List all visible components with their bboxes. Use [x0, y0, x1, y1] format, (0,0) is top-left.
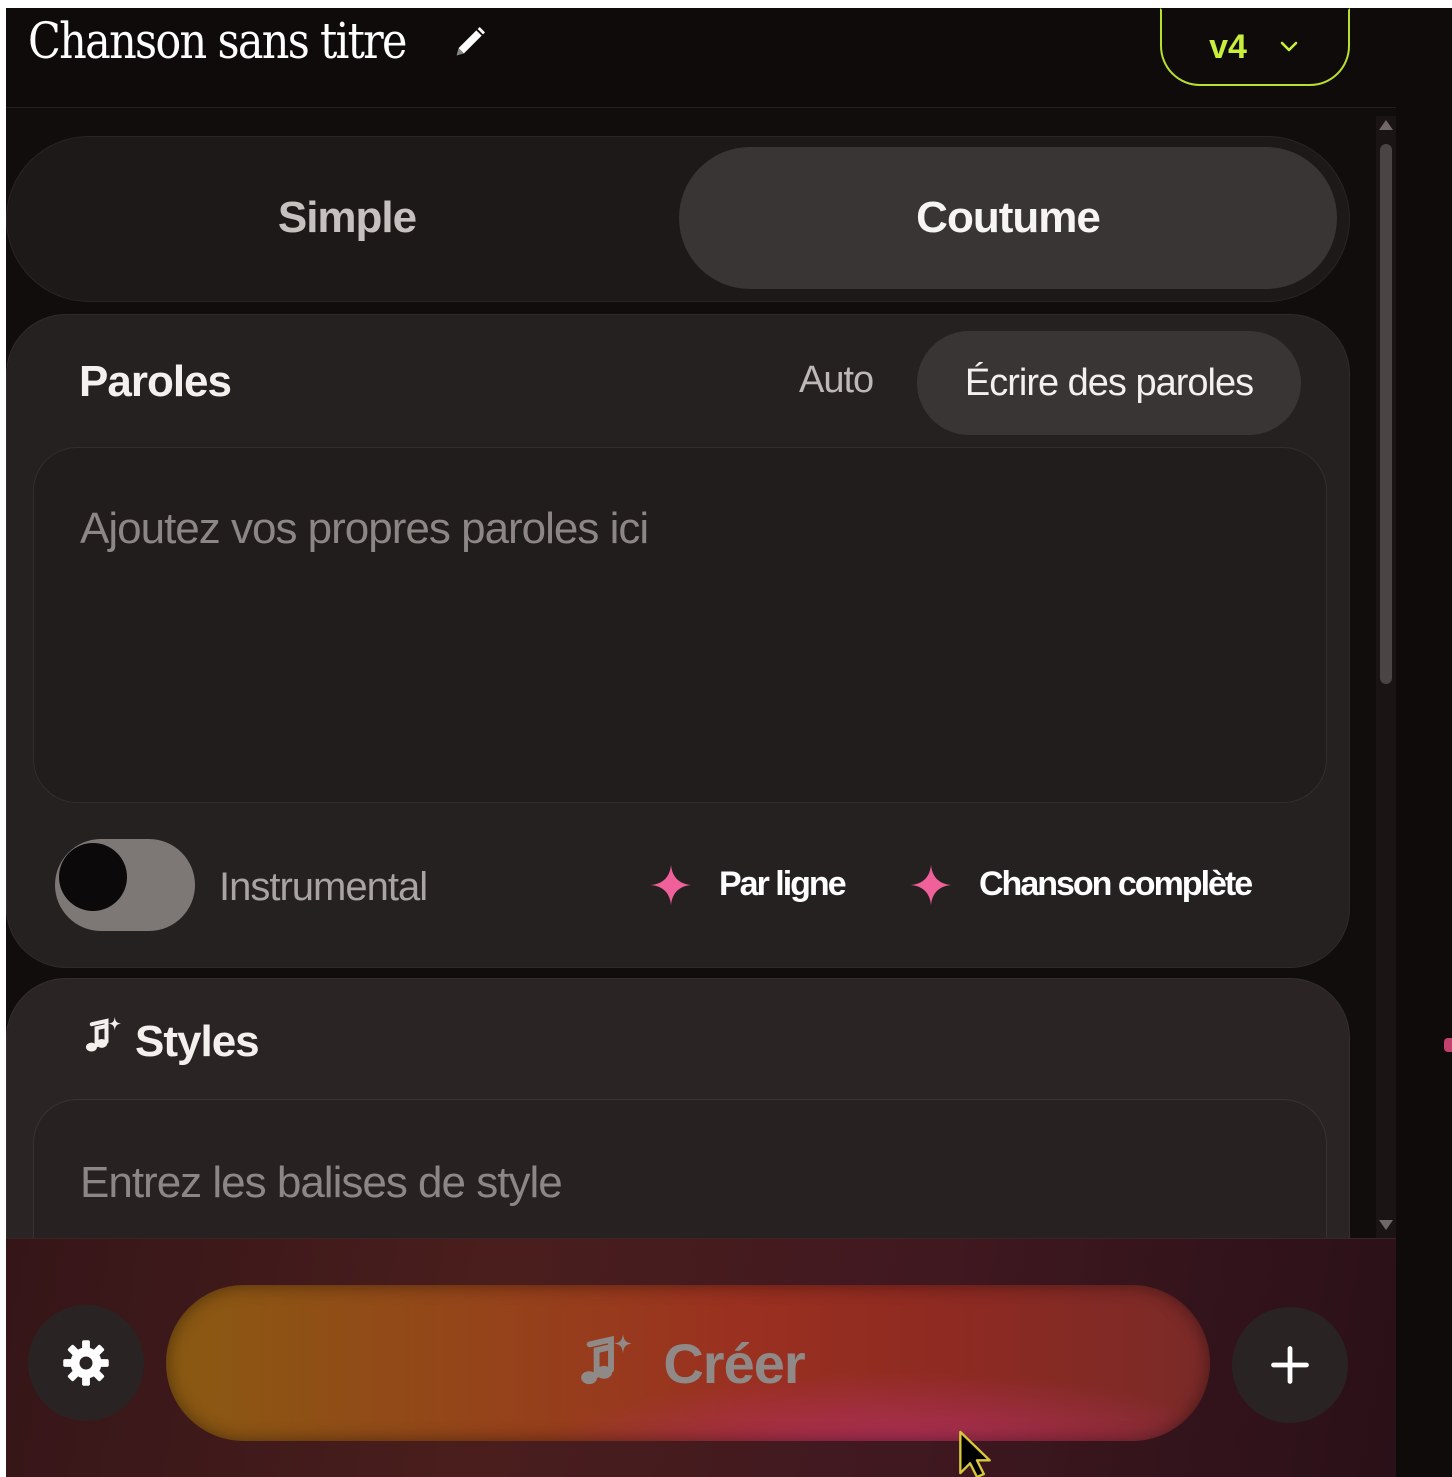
- version-label: v4: [1209, 27, 1247, 66]
- sparkle-icon[interactable]: [909, 863, 953, 907]
- add-button[interactable]: [1232, 1307, 1348, 1423]
- sparkle-icon[interactable]: [649, 863, 693, 907]
- generate-per-line-button[interactable]: Par ligne: [719, 865, 847, 904]
- styles-card: Styles Entrez les balises de style: [6, 978, 1350, 1238]
- instrumental-label: Instrumental: [219, 865, 428, 909]
- version-selector[interactable]: v4: [1160, 8, 1350, 86]
- scroll-down-arrow-icon[interactable]: [1379, 1220, 1393, 1230]
- header: Chanson sans titre v4: [6, 8, 1396, 108]
- styles-title: Styles: [135, 1017, 260, 1066]
- style-tags-placeholder: Entrez les balises de style: [80, 1158, 563, 1207]
- instrumental-toggle[interactable]: [55, 839, 195, 931]
- lyrics-placeholder: Ajoutez vos propres paroles ici: [80, 504, 649, 553]
- write-lyrics-option[interactable]: Écrire des paroles: [917, 331, 1301, 435]
- generate-full-song-button[interactable]: Chanson complète: [979, 865, 1253, 904]
- chevron-down-icon: [1280, 41, 1298, 52]
- scroll-up-arrow-icon[interactable]: [1379, 120, 1393, 130]
- create-song-panel: Chanson sans titre v4 Simple Coutume Par…: [6, 8, 1396, 1477]
- adjacent-panel: [1396, 8, 1452, 1477]
- lyrics-input[interactable]: Ajoutez vos propres paroles ici: [33, 447, 1327, 803]
- music-note-sparkle-icon: [85, 1016, 122, 1052]
- music-note-sparkle-icon: [581, 1333, 633, 1385]
- song-title[interactable]: Chanson sans titre: [28, 12, 407, 70]
- form-scroll-area[interactable]: Simple Coutume Paroles Auto Écrire des p…: [6, 108, 1376, 1238]
- scrollbar[interactable]: [1376, 116, 1396, 1238]
- mouse-cursor-icon: [959, 1430, 991, 1477]
- scrollbar-thumb[interactable]: [1380, 144, 1392, 684]
- plus-icon: [1271, 1346, 1309, 1384]
- lyrics-auto-option[interactable]: Auto: [799, 359, 874, 402]
- create-label: Créer: [663, 1331, 805, 1395]
- lyrics-card: Paroles Auto Écrire des paroles Ajoutez …: [6, 314, 1350, 968]
- pencil-icon[interactable]: [450, 22, 490, 62]
- mode-toggle: Simple Coutume: [6, 136, 1350, 302]
- action-bar: Créer: [6, 1238, 1396, 1477]
- style-tags-input[interactable]: Entrez les balises de style: [33, 1099, 1327, 1238]
- window-top-edge: [0, 0, 1452, 8]
- adjacent-panel-indicator: [1444, 1038, 1452, 1052]
- toggle-knob: [59, 843, 127, 911]
- tab-simple[interactable]: Simple: [17, 147, 677, 289]
- tab-custom[interactable]: Coutume: [679, 147, 1337, 289]
- create-button[interactable]: Créer: [166, 1285, 1210, 1441]
- gear-icon: [63, 1340, 109, 1386]
- lyrics-title: Paroles: [79, 357, 232, 406]
- settings-button[interactable]: [28, 1305, 144, 1421]
